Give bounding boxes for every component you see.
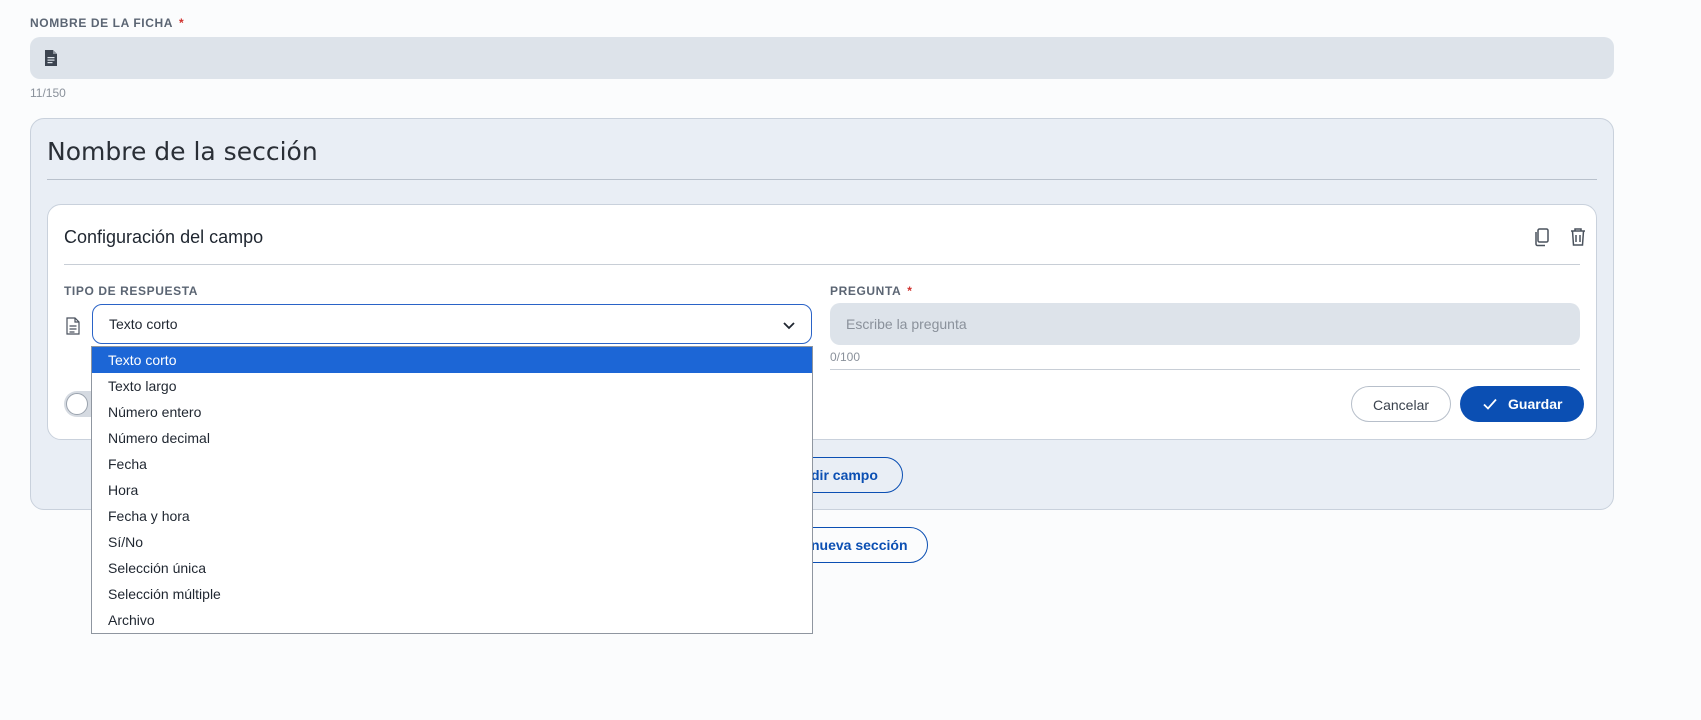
response-type-select[interactable]: Texto corto — [92, 304, 812, 344]
ficha-name-input[interactable] — [30, 37, 1614, 79]
question-placeholder: Escribe la pregunta — [846, 316, 967, 332]
dropdown-option[interactable]: Sí/No — [92, 529, 812, 555]
add-field-label: dir campo — [811, 467, 878, 483]
form-editor: NOMBRE DE LA FICHA * 11/150 Nombre de la … — [0, 0, 1701, 720]
chevron-down-icon — [783, 322, 795, 330]
dropdown-option[interactable]: Selección única — [92, 555, 812, 581]
field-config-title: Configuración del campo — [64, 227, 264, 247]
toggle-knob — [66, 393, 88, 415]
document-icon — [45, 50, 57, 66]
dropdown-option[interactable]: Texto corto — [92, 347, 812, 373]
ficha-name-label-text: NOMBRE DE LA FICHA — [30, 16, 174, 30]
required-mark: * — [907, 284, 913, 298]
required-mark: * — [179, 16, 185, 30]
dropdown-option[interactable]: Hora — [92, 477, 812, 503]
new-section-label: nueva sección — [811, 537, 908, 553]
question-label-text: PREGUNTA — [830, 284, 902, 298]
dropdown-option[interactable]: Número decimal — [92, 425, 812, 451]
dropdown-option[interactable]: Archivo — [92, 607, 812, 633]
section-title[interactable]: Nombre de la sección — [47, 137, 318, 166]
question-counter: 0/100 — [830, 350, 861, 364]
trash-icon[interactable] — [1566, 225, 1590, 249]
section-divider — [47, 179, 1597, 180]
save-button-label: Guardar — [1508, 396, 1563, 412]
dropdown-option[interactable]: Fecha y hora — [92, 503, 812, 529]
dropdown-option[interactable]: Texto largo — [92, 373, 812, 399]
copy-icon[interactable] — [1530, 225, 1554, 249]
question-divider — [830, 369, 1580, 370]
response-type-label: TIPO DE RESPUESTA — [64, 284, 198, 298]
check-icon — [1483, 398, 1497, 410]
response-type-dropdown: Texto corto Texto largo Número entero Nú… — [91, 346, 813, 634]
ficha-name-label: NOMBRE DE LA FICHA * — [30, 16, 184, 30]
question-label: PREGUNTA * — [830, 284, 913, 298]
question-input[interactable]: Escribe la pregunta — [830, 303, 1580, 345]
response-type-value: Texto corto — [109, 316, 178, 332]
dropdown-option[interactable]: Selección múltiple — [92, 581, 812, 607]
field-divider — [64, 264, 1580, 265]
dropdown-option[interactable]: Número entero — [92, 399, 812, 425]
ficha-name-counter: 11/150 — [30, 86, 66, 100]
cancel-button[interactable]: Cancelar — [1351, 386, 1451, 422]
save-button[interactable]: Guardar — [1460, 386, 1584, 422]
dropdown-option[interactable]: Fecha — [92, 451, 812, 477]
file-text-icon — [66, 317, 80, 335]
